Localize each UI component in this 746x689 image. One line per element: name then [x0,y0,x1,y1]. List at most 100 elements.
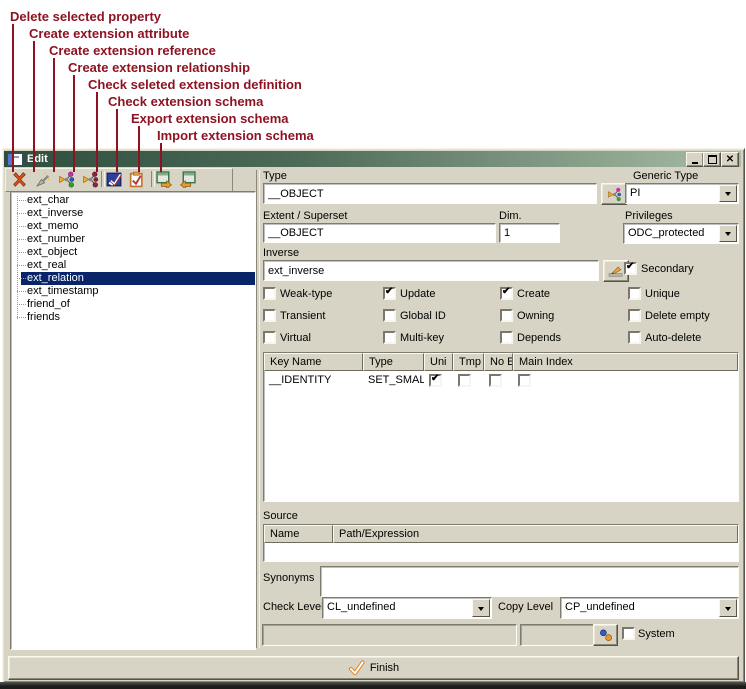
no-e-header[interactable]: No E [484,353,513,371]
create-reference-button[interactable] [58,171,75,188]
extent-label: Extent / Superset [263,210,347,222]
key-name-cell: __IDENTITY [264,374,363,386]
synonyms-textarea[interactable] [321,567,738,596]
type-input[interactable] [266,185,596,202]
source-label: Source [263,510,298,522]
tree-item-friends[interactable]: friends [11,311,255,324]
synonyms-label: Synonyms [263,572,314,584]
type-header[interactable]: Type [363,353,424,371]
annotation-create-attribute: Create extension attribute [29,26,189,41]
depends-checkbox[interactable] [500,331,513,344]
unique-checkbox[interactable] [628,287,641,300]
inverse-input[interactable] [266,262,598,279]
generic-type-dropdown-button[interactable] [719,185,737,202]
create-reference-icon [58,171,75,188]
secondary-label: Secondary [641,263,694,275]
delete-empty-checkbox[interactable] [628,309,641,322]
tree-item-ext-real[interactable]: ext_real [11,259,255,272]
chevron-down-icon [725,232,731,239]
generic-type-label: Generic Type [633,170,698,182]
maximize-icon [708,155,717,164]
main-index-header[interactable]: Main Index [513,353,738,371]
virtual-label: Virtual [280,332,311,344]
generic-type-select[interactable]: PI [625,183,739,204]
copy-level-dropdown-button[interactable] [719,599,737,617]
window-icon [7,153,23,166]
minimize-button[interactable] [686,152,704,167]
toolbar-separator [101,171,105,187]
auto-delete-label: Auto-delete [645,332,701,344]
type-field[interactable] [263,183,597,204]
auto-delete-checkbox[interactable] [628,331,641,344]
no-e-cell-checkbox[interactable] [489,374,502,387]
extent-field[interactable] [263,223,496,243]
extent-input[interactable] [266,225,495,241]
create-checkbox[interactable] [500,287,513,300]
link-browse-button[interactable] [593,624,618,646]
panel-splitter[interactable] [256,170,260,648]
check-level-value: CL_undefined [327,601,396,613]
create-attribute-button[interactable] [35,171,52,188]
check-level-dropdown-button[interactable] [472,599,490,617]
virtual-checkbox[interactable] [263,331,276,344]
privileges-select[interactable]: ODC_protected [623,223,739,244]
export-schema-button[interactable] [156,171,173,188]
annotation-line [160,143,162,172]
linked-balls-icon [599,628,613,642]
generic-type-value: PI [630,187,640,199]
source-path-header[interactable]: Path/Expression [333,525,738,543]
property-list[interactable]: ext_char ext_inverse ext_memo ext_number… [10,191,256,650]
owning-checkbox[interactable] [500,309,513,322]
tree-item-ext-number[interactable]: ext_number [11,233,255,246]
dim-input[interactable] [502,225,559,241]
key-table-row[interactable]: __IDENTITY SET_SMAL [264,371,738,389]
tmp-header[interactable]: Tmp [453,353,484,371]
tree-item-ext-inverse[interactable]: ext_inverse [11,207,255,220]
import-schema-button[interactable] [179,171,196,188]
delete-property-button[interactable] [11,171,28,188]
source-table[interactable]: Name Path/Expression [263,524,739,562]
delete-empty-label: Delete empty [645,310,710,322]
transient-checkbox[interactable] [263,309,276,322]
uni-cell-checkbox[interactable] [429,374,442,387]
tree-item-ext-char[interactable]: ext_char [11,194,255,207]
main-index-cell-checkbox[interactable] [518,374,531,387]
weak-type-checkbox[interactable] [263,287,276,300]
check-schema-button[interactable] [128,171,145,188]
dim-field[interactable] [499,223,560,243]
check-level-select[interactable]: CL_undefined [322,597,492,619]
create-relationship-button[interactable] [82,171,99,188]
close-button[interactable]: ✕ [721,152,739,167]
check-definition-button[interactable] [106,171,123,188]
key-name-header[interactable]: Key Name [264,353,363,371]
update-checkbox[interactable] [383,287,396,300]
type-browse-button[interactable] [601,183,627,205]
tree-item-ext-timestamp[interactable]: ext_timestamp [11,285,255,298]
maximize-button[interactable] [703,152,721,167]
secondary-checkbox[interactable] [624,262,637,275]
system-checkbox[interactable] [622,627,635,640]
owning-label: Owning [517,310,554,322]
delete-icon [11,171,28,188]
source-name-header[interactable]: Name [264,525,333,543]
check-definition-icon [106,171,123,188]
global-id-checkbox[interactable] [383,309,396,322]
copy-level-select[interactable]: CP_undefined [560,597,739,619]
tree-item-ext-relation[interactable]: ext_relation [11,272,255,285]
tree-item-friend-of[interactable]: friend_of [11,298,255,311]
tree-item-ext-memo[interactable]: ext_memo [11,220,255,233]
privileges-dropdown-button[interactable] [719,225,737,242]
inverse-field[interactable] [263,260,599,281]
annotation-create-reference: Create extension reference [49,43,216,58]
synonyms-field[interactable] [320,566,739,597]
key-table[interactable]: Key Name Type Uni Tmp No E Main Index __… [263,352,739,502]
finish-button[interactable]: Finish [8,656,739,680]
uni-header[interactable]: Uni [424,353,453,371]
tree-item-ext-object[interactable]: ext_object [11,246,255,259]
tmp-cell-checkbox[interactable] [458,374,471,387]
multi-key-checkbox[interactable] [383,331,396,344]
check-level-label: Check Level [263,601,324,613]
copy-level-label: Copy Level [498,601,553,613]
annotation-delete-property: Delete selected property [10,9,161,24]
title-bar[interactable]: Edit [4,151,741,167]
